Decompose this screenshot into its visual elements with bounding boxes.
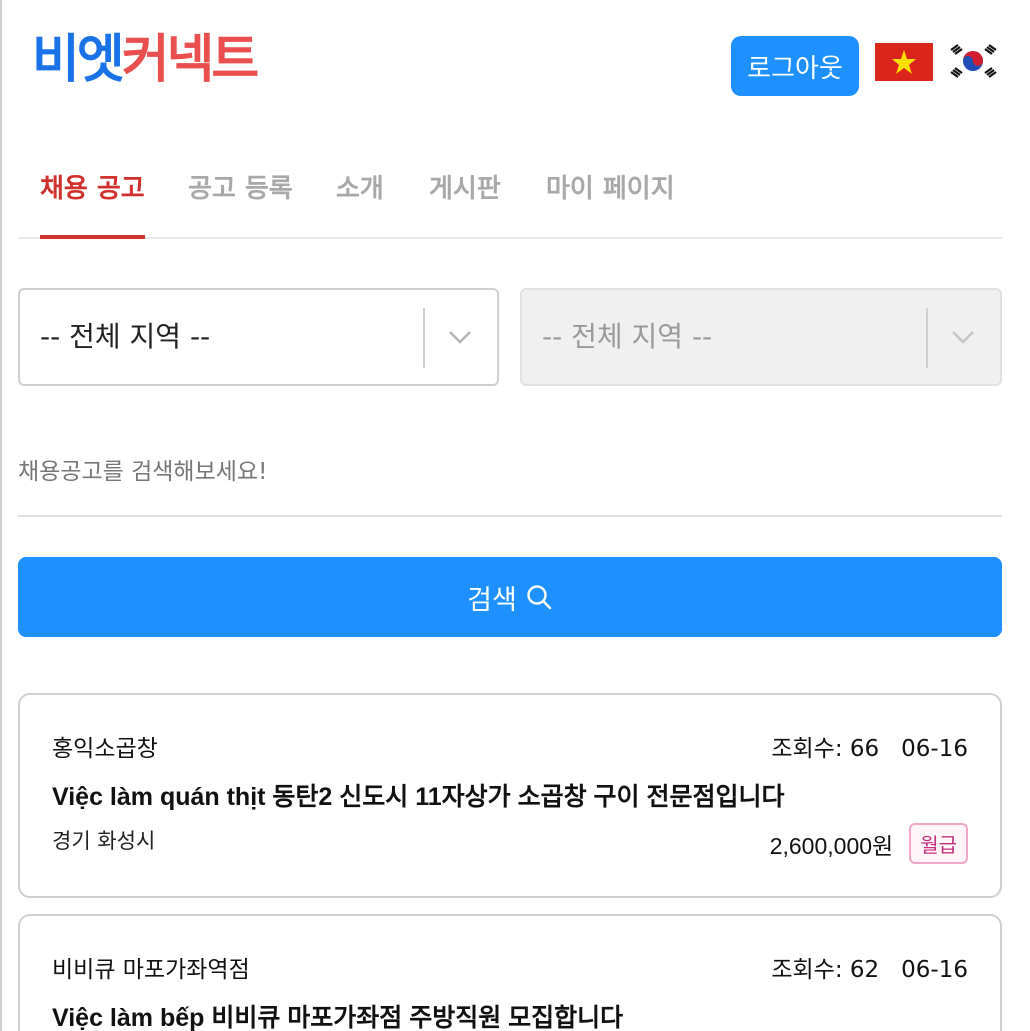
region-select-primary[interactable]: -- 전체 지역 --: [18, 288, 499, 386]
logo-part-blue: 비엣: [32, 30, 125, 90]
job-card[interactable]: 홍익소곱창 조회수: 66 06-16 Việc làm quán thịt 동탄…: [18, 693, 1002, 898]
job-views: 조회수: 66: [771, 736, 880, 762]
job-meta: 조회수: 66 06-16: [771, 729, 968, 763]
tab-my-page[interactable]: 마이 페이지: [546, 168, 675, 205]
region-select-secondary-value: -- 전체 지역 --: [542, 320, 713, 353]
job-salary: 2,600,000원: [769, 832, 894, 859]
search-button[interactable]: 검색: [18, 557, 1002, 637]
korea-flag-icon[interactable]: [945, 41, 1001, 81]
tab-board[interactable]: 게시판: [429, 168, 501, 205]
pay-type-badge: 월급: [909, 823, 968, 864]
job-company: 홍익소곱창: [52, 736, 158, 762]
job-region: 경기 화성시: [52, 829, 156, 853]
vietnam-star: [892, 50, 916, 74]
active-tab-indicator: [40, 235, 145, 239]
region-select-secondary[interactable]: -- 전체 지역 --: [520, 288, 1002, 386]
job-title: Việc làm bếp 비비큐 마포가좌점 주방직원 모집합니다: [52, 1004, 624, 1031]
logo-part-red: 커넥트: [121, 30, 260, 90]
chevron-down-icon: [449, 331, 471, 344]
job-search-input[interactable]: 채용공고를 검색해보세요!: [18, 440, 1002, 517]
korea-flag-graphic: [945, 41, 1001, 81]
main-tabs: 채용 공고 공고 등록 소개 게시판 마이 페이지: [18, 150, 1002, 239]
job-date: 06-16: [901, 957, 968, 983]
tab-about[interactable]: 소개: [336, 168, 384, 205]
job-company: 비비큐 마포가좌역점: [52, 957, 250, 983]
app-logo[interactable]: 비엣커넥트: [32, 28, 260, 92]
job-card[interactable]: 비비큐 마포가좌역점 조회수: 62 06-16 Việc làm bếp 비비큐…: [18, 914, 1002, 1031]
job-date: 06-16: [901, 736, 968, 762]
tab-post-job[interactable]: 공고 등록: [188, 168, 293, 205]
job-title: Việc làm quán thịt 동탄2 신도시 11자상가 소곱창 구이 …: [52, 783, 785, 811]
job-meta: 조회수: 62 06-16: [771, 950, 968, 984]
region-select-primary-value: -- 전체 지역 --: [40, 320, 211, 353]
search-button-label: 검색: [467, 584, 517, 616]
page: 비엣커넥트 로그아웃 채용 공고 공고 등록 소개 게시판 마이 페이지 -- …: [0, 0, 1030, 1031]
chevron-down-icon: [952, 331, 974, 344]
search-icon: [527, 585, 552, 610]
job-views: 조회수: 62: [771, 957, 880, 983]
logout-button[interactable]: 로그아웃: [731, 36, 859, 96]
tab-job-postings[interactable]: 채용 공고: [40, 168, 145, 205]
select-separator: [926, 308, 928, 368]
select-separator: [423, 308, 425, 368]
vietnam-flag-icon[interactable]: [875, 43, 933, 81]
job-pay: 2,600,000원 월급: [770, 823, 968, 864]
